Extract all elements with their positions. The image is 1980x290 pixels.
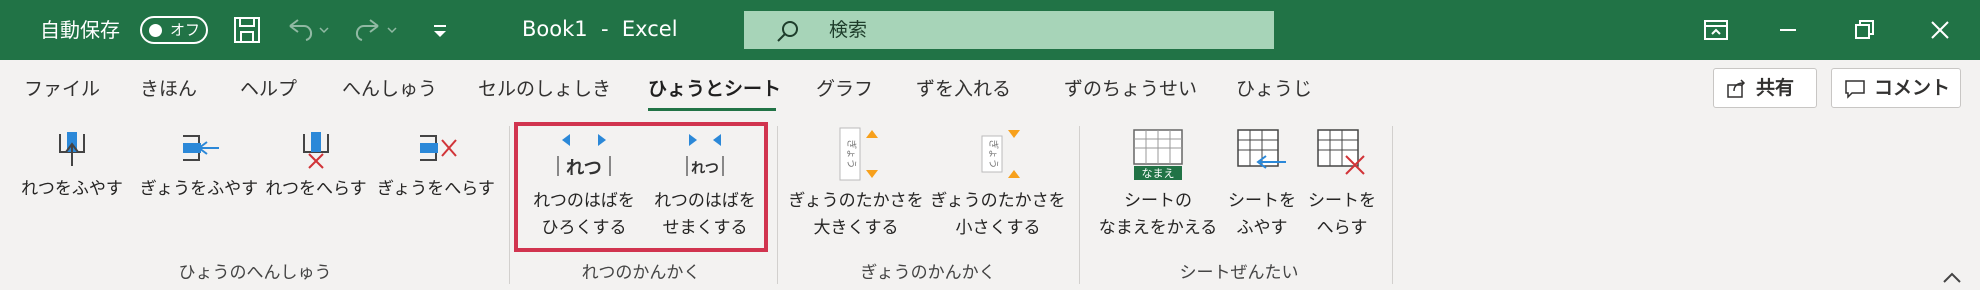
search-placeholder: 検索 [829, 19, 868, 41]
insert-row-button[interactable]: ぎょうをふやす [136, 130, 262, 203]
delete-sheet-label: シートを へらす [1308, 191, 1376, 238]
tab-table-and-sheet[interactable]: ひょうとシート [648, 76, 781, 102]
share-label: 共有 [1756, 77, 1795, 99]
collapse-ribbon-icon[interactable] [1940, 270, 1964, 286]
insert-row-label: ぎょうをふやす [139, 179, 259, 199]
increase-row-height-label: ぎょうのたかさを 大きくする [788, 191, 924, 238]
title-bar: 自動保存 オフ Book1 - Excel 検索 [0, 0, 1980, 60]
increase-row-height-icon: ぎょう [839, 127, 878, 181]
group-separator [777, 126, 778, 284]
group-separator [1392, 126, 1393, 284]
tab-insert-figure[interactable]: ずを入れる [916, 76, 1011, 102]
tab-cell-format[interactable]: セルのしょしき [478, 76, 611, 102]
sheet-name-icon-text: なまえ [1142, 167, 1175, 180]
delete-column-button[interactable]: れつをへらす [262, 130, 370, 203]
search-box[interactable]: 検索 [744, 11, 1274, 49]
autosave-label: 自動保存 [40, 18, 120, 42]
redo-icon[interactable] [352, 14, 400, 46]
insert-column-icon [59, 132, 85, 166]
insert-sheet-button[interactable]: シートを ふやす [1222, 126, 1302, 242]
customize-toolbar-icon[interactable] [428, 14, 452, 46]
delete-sheet-icon [1317, 129, 1365, 175]
decrease-row-height-button[interactable]: ぎょう ぎょうのたかさを 小さくする [928, 126, 1068, 242]
comment-icon [1845, 80, 1865, 99]
restore-icon[interactable] [1848, 14, 1880, 46]
insert-sheet-icon [1237, 129, 1286, 169]
delete-row-button[interactable]: ぎょうをへらす [374, 130, 498, 203]
tab-edit[interactable]: へんしゅう [342, 76, 437, 102]
ribbon-tabs: ファイル きほん ヘルプ へんしゅう セルのしょしき ひょうとシート グラフ ず… [0, 60, 1980, 120]
search-icon [777, 21, 798, 42]
insert-sheet-label: シートを ふやす [1228, 191, 1296, 238]
save-icon[interactable] [232, 14, 262, 46]
rename-sheet-label: シートの なまえをかえる [1098, 191, 1218, 238]
comment-label: コメント [1874, 77, 1951, 99]
delete-column-label: れつをへらす [265, 179, 367, 199]
comment-button[interactable]: コメント [1831, 68, 1961, 108]
decrease-row-height-label: ぎょうのたかさを 小さくする [930, 191, 1066, 238]
rename-sheet-icon: なまえ [1133, 129, 1183, 180]
tab-view[interactable]: ひょうじ [1236, 76, 1312, 102]
document-title: Book1 - Excel [522, 17, 678, 41]
tab-home[interactable]: きほん [140, 76, 197, 102]
row-icon-text: ぎょう [987, 139, 1000, 169]
insert-row-icon [183, 135, 219, 161]
group-label-column-spacing: れつのかんかく [581, 263, 701, 283]
delete-row-icon [420, 135, 457, 161]
group-label-row-spacing: ぎょうのかんかく [860, 263, 996, 283]
tab-file[interactable]: ファイル [24, 76, 100, 102]
insert-column-button[interactable]: れつをふやす [18, 130, 126, 203]
rename-sheet-button[interactable]: なまえ シートの なまえをかえる [1096, 126, 1220, 242]
autosave-state: オフ [170, 21, 201, 39]
insert-column-label: れつをふやす [21, 179, 123, 199]
minimize-icon[interactable] [1772, 14, 1804, 46]
share-icon [1727, 79, 1746, 98]
close-icon[interactable] [1924, 14, 1956, 46]
delete-column-icon [303, 132, 329, 169]
increase-row-height-button[interactable]: ぎょう ぎょうのたかさを 大きくする [786, 126, 926, 242]
highlight-frame [514, 122, 768, 252]
tab-chart[interactable]: グラフ [816, 76, 873, 102]
undo-icon[interactable] [284, 14, 332, 46]
autosave-toggle[interactable]: オフ [140, 16, 208, 44]
active-tab-underline [648, 108, 776, 111]
group-label-table-edit: ひょうのへんしゅう [178, 263, 332, 283]
group-separator [509, 126, 510, 284]
decrease-row-height-icon: ぎょう [981, 130, 1020, 178]
tab-figure-adjust[interactable]: ずのちょうせい [1064, 76, 1197, 102]
toggle-knob [149, 24, 162, 37]
tab-help[interactable]: ヘルプ [240, 76, 297, 102]
share-button[interactable]: 共有 [1713, 68, 1817, 108]
delete-sheet-button[interactable]: シートを へらす [1302, 126, 1382, 242]
group-label-sheet-overall: シートぜんたい [1179, 263, 1299, 283]
delete-row-label: ぎょうをへらす [377, 179, 495, 199]
ribbon-display-options-icon[interactable] [1700, 14, 1732, 46]
row-icon-text: ぎょう [845, 139, 858, 169]
group-separator [1079, 126, 1080, 284]
